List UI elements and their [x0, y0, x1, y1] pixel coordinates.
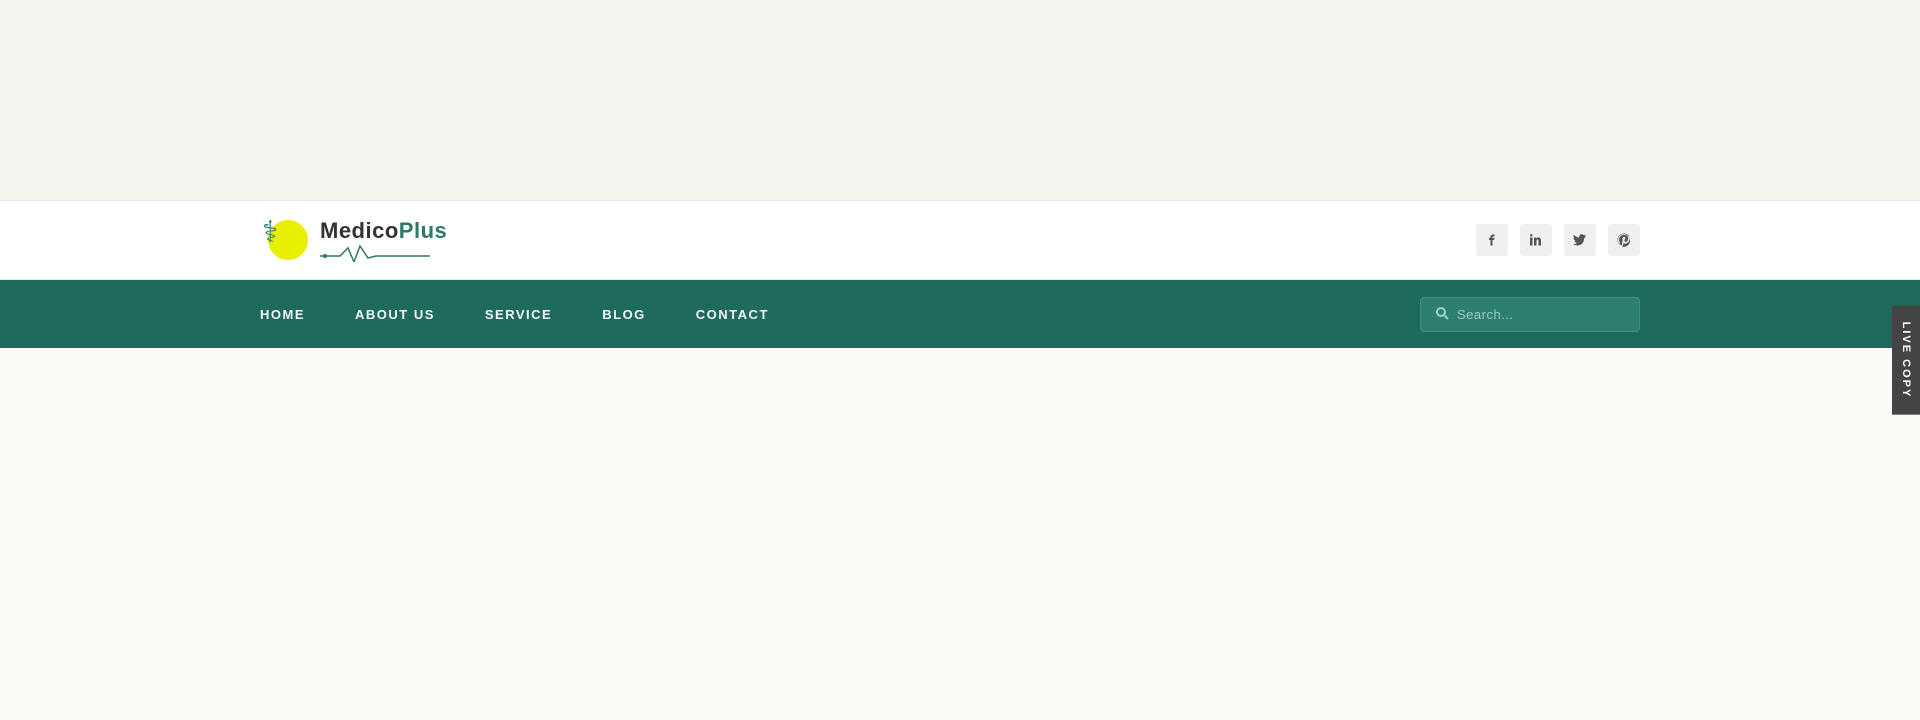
search-box[interactable]	[1420, 297, 1640, 332]
nav-bar: HOME ABOUT US SERVICE BLOG CONTACT	[0, 280, 1920, 348]
nav-home[interactable]: HOME	[260, 307, 305, 322]
search-input[interactable]	[1457, 307, 1625, 322]
nav-contact[interactable]: CONTACT	[696, 307, 769, 322]
logo-plus: Plus	[399, 218, 447, 243]
stethoscope-icon: ⚕	[262, 215, 278, 250]
nav-service[interactable]: SERVICE	[485, 307, 552, 322]
pinterest-icon[interactable]	[1608, 224, 1640, 256]
facebook-icon[interactable]	[1476, 224, 1508, 256]
logo-text-wrap: MedicoPlus	[320, 218, 447, 262]
logo-area[interactable]: ⚕ MedicoPlus	[260, 210, 447, 270]
header-bar: ⚕ MedicoPlus	[0, 200, 1920, 280]
social-icons	[1476, 224, 1640, 256]
nav-blog[interactable]: BLOG	[602, 307, 646, 322]
nav-links: HOME ABOUT US SERVICE BLOG CONTACT	[260, 307, 769, 322]
live-copy-tab[interactable]: LIVE COPY	[1892, 306, 1920, 415]
logo-name: MedicoPlus	[320, 218, 447, 244]
top-banner	[0, 0, 1920, 200]
linkedin-icon[interactable]	[1520, 224, 1552, 256]
logo-ecg-line	[320, 244, 430, 262]
search-icon	[1435, 306, 1449, 323]
logo-icon: ⚕	[260, 210, 320, 270]
twitter-icon[interactable]	[1564, 224, 1596, 256]
nav-about[interactable]: ABOUT US	[355, 307, 435, 322]
content-area	[0, 348, 1920, 720]
logo-medico: Medico	[320, 218, 399, 243]
